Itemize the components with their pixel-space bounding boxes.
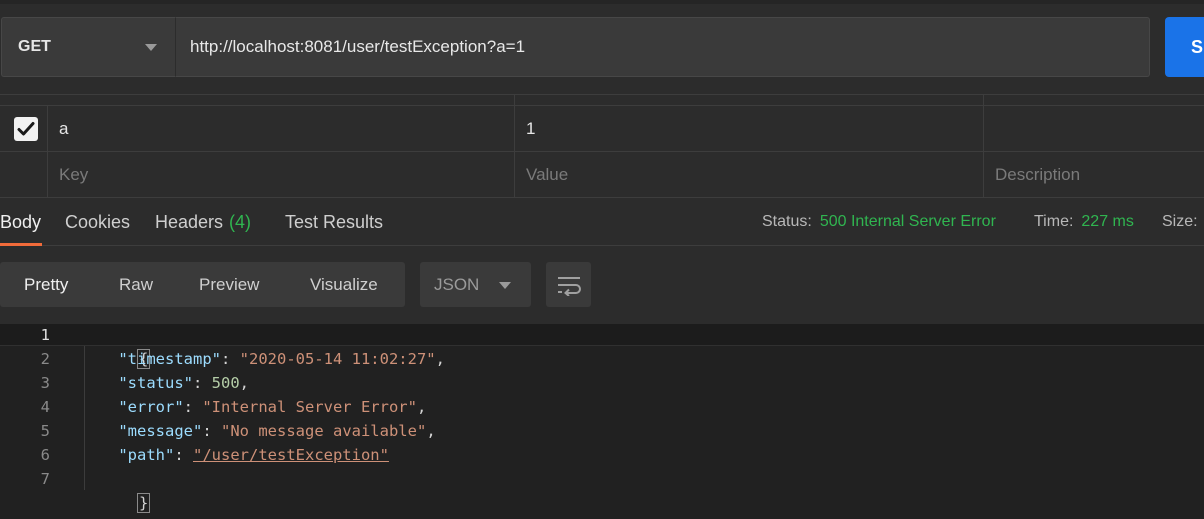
tab-headers[interactable]: Headers (4) bbox=[155, 198, 251, 246]
param-key-cell[interactable]: a bbox=[47, 106, 514, 152]
param-key-placeholder[interactable]: Key bbox=[47, 152, 514, 198]
params-header bbox=[0, 95, 1204, 106]
code-line: "timestamp": "2020-05-14 11:02:27", bbox=[118, 350, 445, 368]
format-toolbar: Pretty Raw Preview Visualize JSON bbox=[0, 246, 1204, 324]
tab-headers-label: Headers bbox=[155, 211, 224, 232]
close-brace: } bbox=[137, 493, 151, 513]
tab-test-results[interactable]: Test Results bbox=[285, 198, 383, 246]
code-line: "path": "/user/testException" bbox=[118, 446, 389, 464]
status-value[interactable]: 500 Internal Server Error bbox=[820, 213, 996, 231]
param-value-placeholder[interactable]: Value bbox=[514, 152, 983, 198]
headers-count-badge: (4) bbox=[229, 211, 252, 232]
param-enabled-cell bbox=[0, 106, 47, 152]
param-row: a 1 bbox=[0, 106, 1204, 152]
response-tabs: Body Cookies Headers (4) Test Results St… bbox=[0, 198, 1204, 246]
send-button[interactable]: S bbox=[1165, 17, 1204, 77]
json-key: "error" bbox=[118, 398, 184, 416]
json-comma: , bbox=[416, 398, 427, 416]
active-line-highlight bbox=[0, 324, 1204, 346]
json-key: "message" bbox=[118, 422, 203, 440]
json-key: "timestamp" bbox=[118, 350, 221, 368]
line-number: 2 bbox=[40, 350, 50, 368]
json-value: "Internal Server Error" bbox=[202, 398, 417, 416]
json-value: "No message available" bbox=[221, 422, 427, 440]
column-divider bbox=[514, 95, 515, 106]
response-body-viewer[interactable]: 1 2 3 4 5 6 7 { "timestamp": "2020-05-14… bbox=[0, 324, 1204, 519]
code-line: "error": "Internal Server Error", bbox=[118, 398, 427, 416]
param-enabled-checkbox[interactable] bbox=[14, 117, 38, 141]
request-bar: GET S bbox=[0, 0, 1204, 94]
wrap-lines-button[interactable] bbox=[546, 262, 591, 307]
wrap-lines-icon bbox=[557, 276, 581, 296]
param-enabled-cell bbox=[0, 152, 47, 198]
line-number: 3 bbox=[40, 374, 50, 392]
http-method-label: GET bbox=[18, 38, 51, 55]
time-value[interactable]: 227 ms bbox=[1081, 213, 1133, 231]
params-table: a 1 Key Value Description bbox=[0, 94, 1204, 198]
tab-cookies-label: Cookies bbox=[65, 211, 131, 232]
mode-raw[interactable]: Raw bbox=[119, 262, 153, 307]
response-status: Status: 500 Internal Server Error bbox=[762, 198, 996, 246]
json-link-value[interactable]: "/user/testException" bbox=[193, 446, 389, 464]
language-label: JSON bbox=[434, 274, 480, 294]
param-value-cell[interactable]: 1 bbox=[514, 106, 983, 152]
top-strip bbox=[0, 0, 1204, 4]
json-comma: , bbox=[426, 422, 436, 440]
chevron-down-icon bbox=[499, 282, 511, 289]
tab-body-label: Body bbox=[0, 211, 42, 232]
param-description-cell[interactable] bbox=[983, 106, 1204, 152]
code-line: "status": 500, bbox=[118, 374, 249, 392]
json-value: "2020-05-14 11:02:27" bbox=[239, 350, 436, 368]
line-number: 4 bbox=[40, 398, 50, 416]
http-method-select[interactable]: GET bbox=[1, 17, 175, 77]
mode-pretty[interactable]: Pretty bbox=[24, 262, 68, 307]
json-value: 500 bbox=[211, 374, 240, 392]
size-label: Size: bbox=[1162, 213, 1198, 230]
url-input[interactable] bbox=[175, 17, 1150, 77]
line-number: 6 bbox=[40, 446, 50, 464]
language-select[interactable]: JSON bbox=[420, 262, 531, 307]
tab-cookies[interactable]: Cookies bbox=[65, 198, 130, 246]
tab-body[interactable]: Body bbox=[0, 198, 42, 246]
json-key: "path" bbox=[118, 446, 175, 464]
response-size: Size: bbox=[1162, 198, 1198, 246]
mode-visualize[interactable]: Visualize bbox=[310, 262, 378, 307]
time-label: Time: bbox=[1034, 213, 1074, 230]
param-description-placeholder[interactable]: Description bbox=[983, 152, 1204, 198]
tab-test-results-label: Test Results bbox=[285, 211, 384, 232]
postman-window: GET S a 1 Key Value bbox=[0, 0, 1204, 519]
json-comma: , bbox=[239, 374, 249, 392]
line-number: 1 bbox=[40, 326, 50, 344]
mode-preview[interactable]: Preview bbox=[199, 262, 259, 307]
checkmark-icon bbox=[17, 122, 35, 136]
line-number: 5 bbox=[40, 422, 50, 440]
view-mode-switch: Pretty Raw Preview Visualize bbox=[0, 262, 405, 307]
status-label: Status: bbox=[762, 213, 812, 230]
response-time: Time: 227 ms bbox=[1034, 198, 1134, 246]
code-line: "message": "No message available", bbox=[118, 422, 436, 440]
json-key: "status" bbox=[118, 374, 193, 392]
json-comma: , bbox=[435, 350, 445, 368]
line-number: 7 bbox=[40, 470, 50, 488]
column-divider bbox=[983, 95, 984, 106]
code-line: } bbox=[81, 467, 151, 513]
code-line: { bbox=[81, 323, 151, 369]
chevron-down-icon bbox=[145, 44, 157, 51]
param-row-new: Key Value Description bbox=[0, 152, 1204, 198]
